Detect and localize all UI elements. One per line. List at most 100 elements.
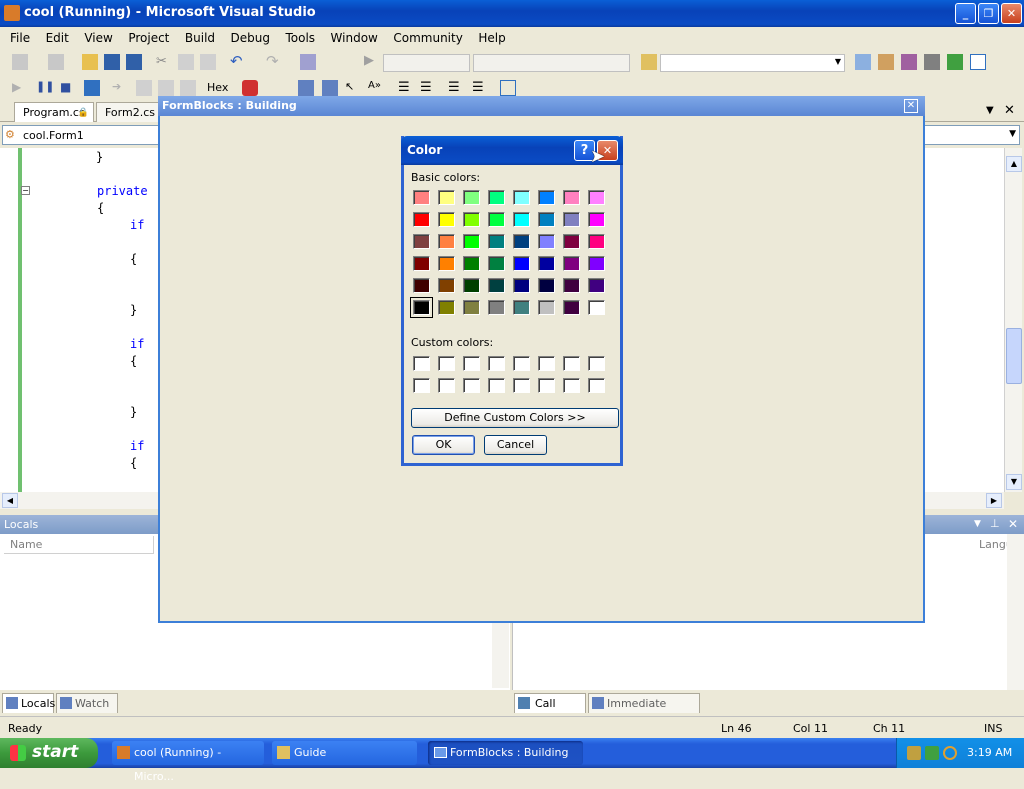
color-swatch[interactable] <box>563 378 580 393</box>
color-swatch[interactable] <box>513 300 530 315</box>
class-dropdown[interactable]: ⚙ cool.Form1 <box>2 125 160 145</box>
step-over-icon[interactable] <box>158 80 174 96</box>
pointer-icon[interactable]: ↖ <box>345 80 361 96</box>
taskbar-item-vs[interactable]: cool (Running) - Micro... <box>112 741 264 783</box>
color-swatch[interactable] <box>488 378 505 393</box>
new-project-icon[interactable] <box>12 54 28 70</box>
color-swatch[interactable] <box>538 190 555 205</box>
scroll-right-button[interactable]: ▶ <box>986 493 1002 508</box>
align-left-icon[interactable] <box>298 80 314 96</box>
menu-project[interactable]: Project <box>122 27 175 49</box>
tab-program-cs[interactable]: Program.cs 🔒 <box>14 102 94 122</box>
color-swatch[interactable] <box>463 190 480 205</box>
taskbar-item-guide[interactable]: Guide <box>272 741 417 765</box>
color-swatch[interactable] <box>413 212 430 227</box>
color-swatch[interactable] <box>463 278 480 293</box>
add-item-icon[interactable] <box>48 54 64 70</box>
outline-collapse-icon[interactable]: − <box>21 186 30 195</box>
color-swatch[interactable] <box>413 190 430 205</box>
text-style-icon[interactable]: A» <box>368 80 384 96</box>
uncomment-icon[interactable]: ☰ <box>472 80 488 96</box>
locals-column-header[interactable]: Name <box>4 536 154 554</box>
color-swatch[interactable] <box>538 256 555 271</box>
tab-call-stack[interactable]: Call Stack <box>514 693 586 730</box>
tab-immediate-window[interactable]: Immediate Window <box>588 693 700 730</box>
color-swatch[interactable] <box>463 212 480 227</box>
color-swatch[interactable] <box>438 190 455 205</box>
indent-icon[interactable]: ☰ <box>398 80 414 96</box>
save-icon[interactable] <box>104 54 120 70</box>
color-swatch[interactable] <box>438 300 455 315</box>
restart-icon[interactable] <box>84 80 100 96</box>
scroll-left-button[interactable]: ◀ <box>2 493 18 508</box>
color-swatch[interactable] <box>463 378 480 393</box>
menu-view[interactable]: View <box>78 27 118 49</box>
color-swatch[interactable] <box>588 212 605 227</box>
color-swatch[interactable] <box>538 234 555 249</box>
color-swatch[interactable] <box>413 234 430 249</box>
scroll-up-button[interactable]: ▲ <box>1006 156 1022 172</box>
color-swatch[interactable] <box>488 278 505 293</box>
tab-dropdown-icon[interactable]: ▼ <box>986 105 994 116</box>
color-swatch[interactable] <box>413 278 430 293</box>
tab-form2-cs[interactable]: Form2.cs <box>96 102 160 122</box>
menu-window[interactable]: Window <box>325 27 384 49</box>
menu-tools[interactable]: Tools <box>279 27 321 49</box>
color-swatch[interactable] <box>588 378 605 393</box>
color-swatch[interactable] <box>563 212 580 227</box>
break-all-icon[interactable]: ❚❚ <box>36 80 54 96</box>
formblocks-close-button[interactable]: ✕ <box>904 99 918 113</box>
solution-config-dropdown[interactable] <box>383 54 470 72</box>
color-swatch[interactable] <box>438 378 455 393</box>
minimize-button[interactable]: _ <box>955 3 976 24</box>
member-dropdown[interactable]: ▼ <box>924 125 1020 145</box>
color-swatch[interactable] <box>413 356 430 371</box>
start-page-icon[interactable] <box>947 54 963 70</box>
start-button[interactable]: start <box>0 738 98 768</box>
solution-explorer-icon[interactable] <box>855 54 871 70</box>
color-swatch[interactable] <box>488 300 505 315</box>
redo-icon[interactable]: ↷ <box>266 52 282 70</box>
color-swatch[interactable] <box>538 300 555 315</box>
show-next-statement-icon[interactable]: ➔ <box>112 80 128 96</box>
color-swatch[interactable] <box>438 234 455 249</box>
color-swatch[interactable] <box>513 278 530 293</box>
align-center-icon[interactable] <box>322 80 338 96</box>
cut-icon[interactable]: ✂ <box>156 54 172 70</box>
save-all-icon[interactable] <box>126 54 142 70</box>
color-swatch[interactable] <box>463 356 480 371</box>
undo-icon[interactable]: ↶ <box>230 52 246 70</box>
color-swatch[interactable] <box>538 278 555 293</box>
restore-button[interactable]: ❐ <box>978 3 999 24</box>
color-swatch[interactable] <box>588 234 605 249</box>
color-swatch[interactable] <box>488 356 505 371</box>
color-swatch[interactable] <box>563 256 580 271</box>
cancel-button[interactable]: Cancel <box>484 435 547 455</box>
panel-dropdown-icon[interactable]: ▼ <box>974 519 981 529</box>
locals-scrollbar[interactable] <box>492 622 509 688</box>
stop-debug-icon[interactable]: ■ <box>60 80 76 96</box>
start-debug-icon[interactable]: ▶ <box>364 53 380 69</box>
tab-watch[interactable]: Watch 1 <box>56 693 118 730</box>
window-layout-icon[interactable] <box>970 54 986 70</box>
color-swatch[interactable] <box>438 278 455 293</box>
color-swatch[interactable] <box>488 190 505 205</box>
breakpoints-icon[interactable] <box>242 80 258 96</box>
color-swatch[interactable] <box>588 190 605 205</box>
color-swatch[interactable] <box>410 297 433 318</box>
menu-community[interactable]: Community <box>387 27 468 49</box>
continue-icon[interactable]: ▶ <box>12 80 28 96</box>
menu-file[interactable]: File <box>4 27 36 49</box>
scroll-thumb[interactable] <box>1006 328 1022 384</box>
color-swatch[interactable] <box>488 256 505 271</box>
color-swatch[interactable] <box>563 300 580 315</box>
find-in-files-icon[interactable] <box>641 54 657 70</box>
open-icon[interactable] <box>82 54 98 70</box>
color-swatch[interactable] <box>463 300 480 315</box>
color-swatch[interactable] <box>438 212 455 227</box>
close-button[interactable]: ✕ <box>1001 3 1022 24</box>
color-swatch[interactable] <box>438 256 455 271</box>
color-swatch[interactable] <box>488 212 505 227</box>
color-swatch[interactable] <box>513 190 530 205</box>
color-swatch[interactable] <box>513 256 530 271</box>
